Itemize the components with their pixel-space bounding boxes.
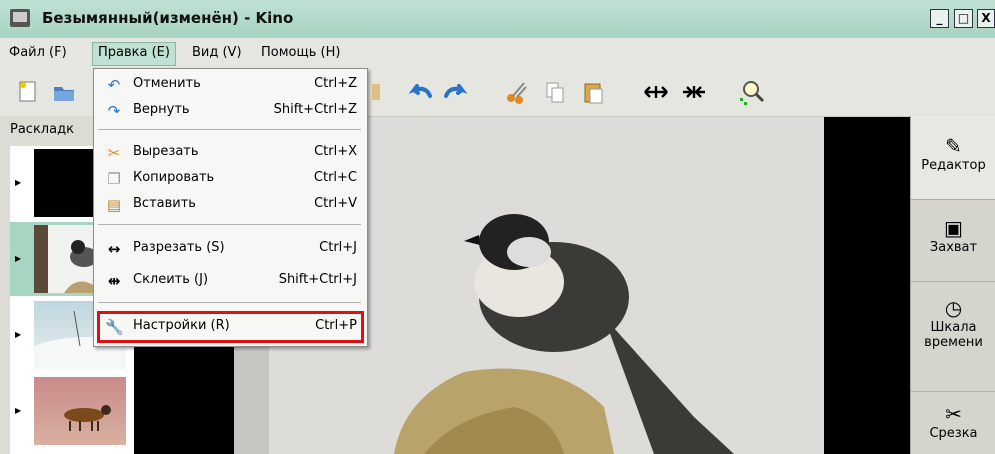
- split-icon[interactable]: [642, 78, 670, 106]
- menu-bar: Файл (F) Правка (E) Вид (V) Помощь (H): [0, 38, 995, 68]
- menu-view[interactable]: Вид (V): [187, 42, 247, 64]
- expand-arrow-icon[interactable]: ▶: [15, 178, 21, 187]
- editor-icon: ✎: [945, 134, 962, 158]
- maximize-button[interactable]: □: [954, 9, 973, 28]
- menu-item-cut[interactable]: ✂ Вырезать Ctrl+X: [94, 141, 365, 165]
- window-title: Безымянный(изменён) - Kino: [42, 9, 294, 27]
- trim-icon: ✂: [945, 402, 962, 426]
- tab-timeline[interactable]: ◷ Шкала времени: [911, 282, 995, 392]
- tab-label: Редактор: [921, 158, 986, 173]
- title-bar: Безымянный(изменён) - Kino _ □ X: [0, 0, 995, 39]
- tab-label: Захват: [929, 240, 978, 255]
- menu-separator: [98, 302, 361, 303]
- undo-icon[interactable]: [406, 78, 434, 106]
- tab-capture[interactable]: ▣ Захват: [911, 200, 995, 282]
- menu-item-undo[interactable]: ↶ Отменить Ctrl+Z: [94, 73, 365, 97]
- menu-item-shortcut: Ctrl+X: [314, 144, 357, 159]
- right-panel: ✎ Редактор ▣ Захват ◷ Шкала времени ✂ Ср…: [910, 116, 995, 454]
- tab-label: Шкала времени: [924, 320, 983, 350]
- highlight-box: [97, 311, 364, 343]
- kino-app-icon: [10, 9, 30, 27]
- minimize-button[interactable]: _: [930, 9, 949, 28]
- menu-item-paste[interactable]: ▤ Вставить Ctrl+V: [94, 193, 365, 217]
- menu-item-label: Вставить: [133, 196, 196, 211]
- join-icon: ⇹: [107, 272, 121, 290]
- copy-icon[interactable]: [542, 78, 570, 106]
- scene-row[interactable]: ▶: [10, 374, 134, 448]
- paste-icon[interactable]: [580, 78, 608, 106]
- edit-menu-dropdown: ↶ Отменить Ctrl+Z ↷ Вернуть Shift+Ctrl+Z…: [93, 68, 368, 347]
- expand-arrow-icon[interactable]: ▶: [15, 254, 21, 263]
- menu-separator: [98, 224, 361, 225]
- menu-item-label: Разрезать (S): [133, 240, 225, 255]
- menu-separator: [98, 129, 361, 130]
- redo-icon[interactable]: [442, 78, 470, 106]
- join-icon[interactable]: [680, 78, 708, 106]
- copy-icon: ❐: [107, 170, 121, 188]
- paste-icon: ▤: [106, 196, 122, 214]
- menu-item-label: Вернуть: [133, 102, 190, 117]
- menu-help[interactable]: Помощь (H): [256, 42, 345, 64]
- open-folder-icon[interactable]: [50, 78, 78, 106]
- menu-item-shortcut: Ctrl+C: [313, 170, 357, 185]
- camera-icon: ▣: [944, 216, 963, 240]
- cut-icon: ✂: [107, 144, 121, 162]
- undo-icon: ↶: [107, 76, 121, 94]
- redo-icon: ↷: [107, 102, 121, 120]
- menu-item-copy[interactable]: ❐ Копировать Ctrl+C: [94, 167, 365, 191]
- expand-arrow-icon[interactable]: ▶: [15, 330, 21, 339]
- menu-item-split[interactable]: ↔ Разрезать (S) Ctrl+J: [94, 237, 365, 261]
- menu-edit[interactable]: Правка (E): [92, 42, 176, 66]
- zoom-icon[interactable]: [738, 78, 766, 106]
- menu-item-label: Склеить (J): [133, 272, 209, 287]
- menu-item-shortcut: Ctrl+V: [314, 196, 357, 211]
- split-icon: ↔: [107, 240, 121, 258]
- new-file-icon[interactable]: [14, 78, 42, 106]
- tab-trim[interactable]: ✂ Срезка: [911, 392, 995, 454]
- menu-item-label: Отменить: [133, 76, 201, 91]
- cut-icon[interactable]: [504, 78, 532, 106]
- toolbar-hidden-icon: [372, 78, 382, 106]
- menu-item-shortcut: Ctrl+J: [319, 240, 357, 255]
- menu-item-label: Копировать: [133, 170, 215, 185]
- clock-icon: ◷: [944, 296, 963, 320]
- menu-item-shortcut: Shift+Ctrl+J: [278, 272, 357, 287]
- expand-arrow-icon[interactable]: ▶: [15, 406, 21, 415]
- tab-label: Срезка: [929, 426, 978, 441]
- menu-item-label: Вырезать: [133, 144, 199, 159]
- menu-item-shortcut: Ctrl+Z: [314, 76, 357, 91]
- menu-item-join[interactable]: ⇹ Склеить (J) Shift+Ctrl+J: [94, 269, 365, 293]
- menu-item-redo[interactable]: ↷ Вернуть Shift+Ctrl+Z: [94, 99, 365, 123]
- layout-label: Раскладк: [10, 122, 74, 137]
- close-button[interactable]: X: [977, 9, 995, 28]
- menu-item-shortcut: Shift+Ctrl+Z: [273, 102, 357, 117]
- tab-editor[interactable]: ✎ Редактор: [911, 116, 995, 200]
- menu-file[interactable]: Файл (F): [4, 42, 72, 64]
- scene-thumbnail[interactable]: [34, 377, 126, 445]
